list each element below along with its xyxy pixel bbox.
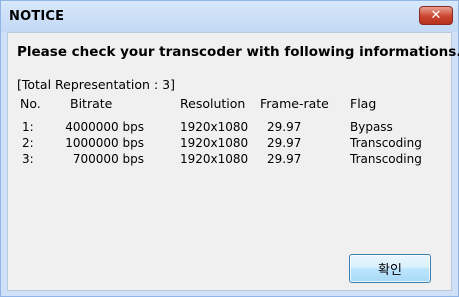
column-header-framerate: Frame-rate [260,96,329,111]
row-2-resolution: 1920x1080 [180,136,249,150]
row-1-framerate: 29.97 [267,120,302,134]
row-1-flag: Bypass [350,120,393,134]
dialog-content: Please check your transcoder with follow… [7,32,459,291]
row-3-resolution: 1920x1080 [180,152,249,166]
row-1-bitrate: 4000000 bps [65,120,144,134]
row-1-resolution: 1920x1080 [180,120,249,134]
row-3-flag: Transcoding [350,152,422,166]
row-3-framerate: 29.97 [267,152,302,166]
row-3-bitrate: 700000 bps [72,152,144,166]
row-2-framerate: 29.97 [267,136,302,150]
close-icon: ✕ [430,8,442,23]
dialog-heading: Please check your transcoder with follow… [17,44,459,60]
column-header-no: No. [20,96,41,111]
row-2-bitrate: 1000000 bps [65,136,144,150]
column-header-flag: Flag [350,96,377,111]
title-bar[interactable]: NOTICE ✕ [1,1,458,32]
column-header-resolution: Resolution [180,96,246,111]
row-3-no: 3: [22,152,34,166]
ok-button-label: 확인 [378,263,402,278]
notice-window: NOTICE ✕ Please check your transcoder wi… [0,0,459,297]
row-2-no: 2: [22,136,34,150]
total-representation-label: [Total Representation : 3] [17,77,175,92]
close-button[interactable]: ✕ [419,6,453,25]
column-header-bitrate: Bitrate [70,96,113,111]
row-1-no: 1: [22,120,34,134]
window-title: NOTICE [9,9,65,24]
ok-button[interactable]: 확인 [349,254,431,283]
row-2-flag: Transcoding [350,136,422,150]
